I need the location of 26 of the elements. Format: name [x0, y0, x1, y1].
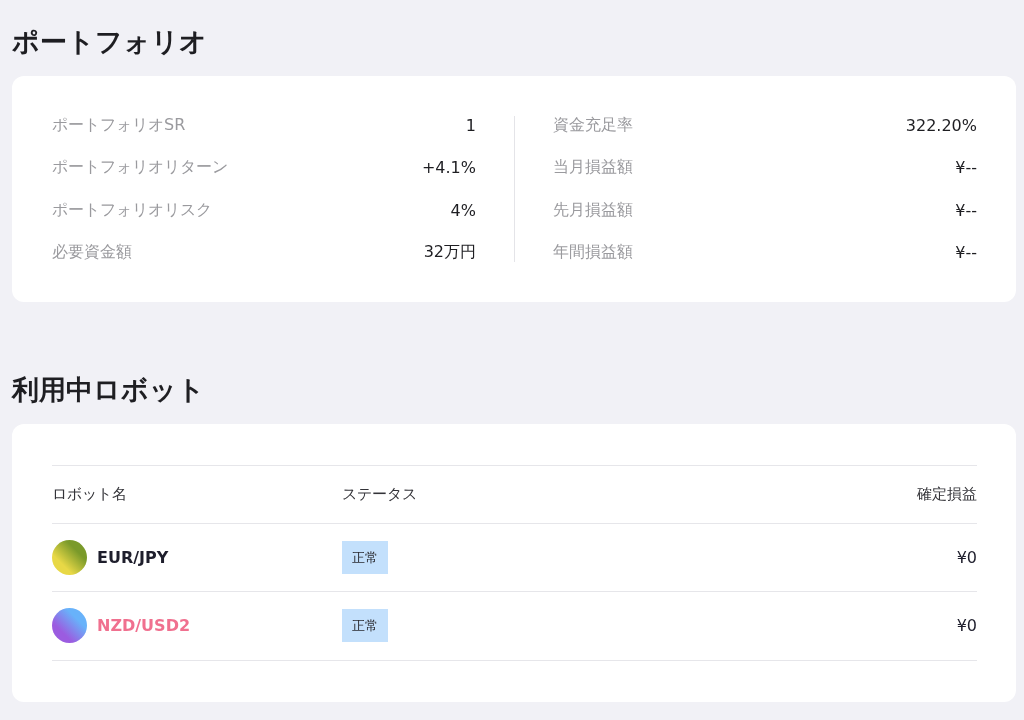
section-title: 利用中ロボット: [12, 373, 205, 407]
stat-value: 4%: [450, 200, 476, 220]
column-header: ステータス: [342, 484, 417, 504]
stat-label: ポートフォリオSR: [52, 114, 186, 136]
stat-label: 必要資金額: [52, 242, 132, 264]
profit-value: ¥0: [956, 616, 977, 636]
column-header: ロボット名: [52, 484, 127, 504]
profit-value: ¥0: [956, 547, 977, 567]
stat-value: 1: [465, 115, 476, 135]
stat-value: +4.1%: [421, 158, 476, 178]
stat-label: 当月損益額: [553, 157, 633, 179]
stat-value: ¥--: [955, 158, 977, 178]
stat-label: 年間損益額: [553, 242, 633, 264]
stat-label: ポートフォリオリスク: [52, 199, 212, 221]
status-badge: 正常: [342, 540, 388, 574]
section-title: ポートフォリオ: [12, 25, 207, 59]
stat-label: 資金充足率: [553, 114, 633, 136]
stat-value: 322.20%: [905, 115, 977, 135]
stat-label: ポートフォリオリターン: [52, 157, 228, 179]
stat-label: 先月損益額: [553, 199, 633, 221]
stat-value: ¥--: [955, 243, 977, 263]
stat-value: ¥--: [955, 200, 977, 220]
robot-name-link[interactable]: EUR/JPY: [97, 547, 169, 567]
status-badge: 正常: [342, 609, 388, 643]
column-header: 確定損益: [917, 484, 977, 504]
stat-value: 32万円: [423, 242, 476, 264]
